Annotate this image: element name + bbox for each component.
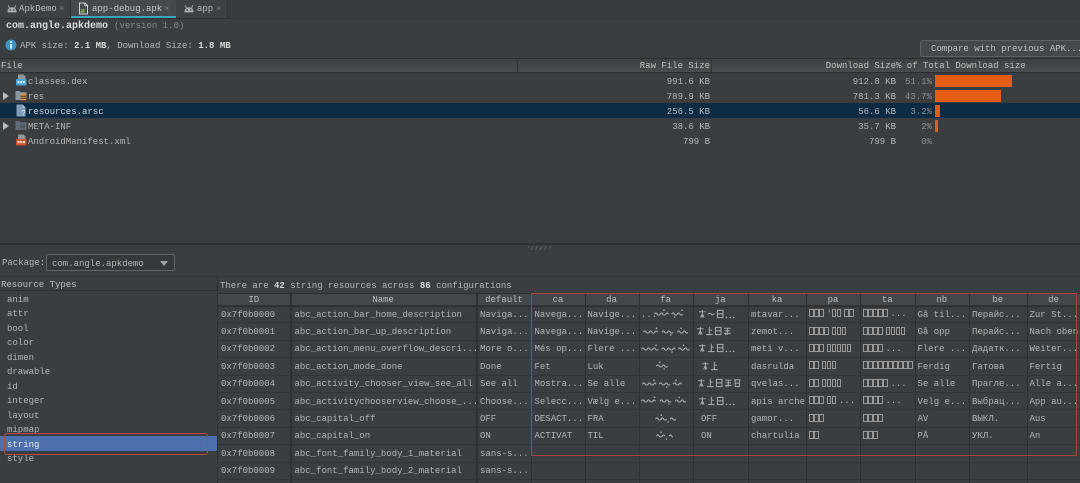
svg-text:?: ? xyxy=(21,110,26,118)
